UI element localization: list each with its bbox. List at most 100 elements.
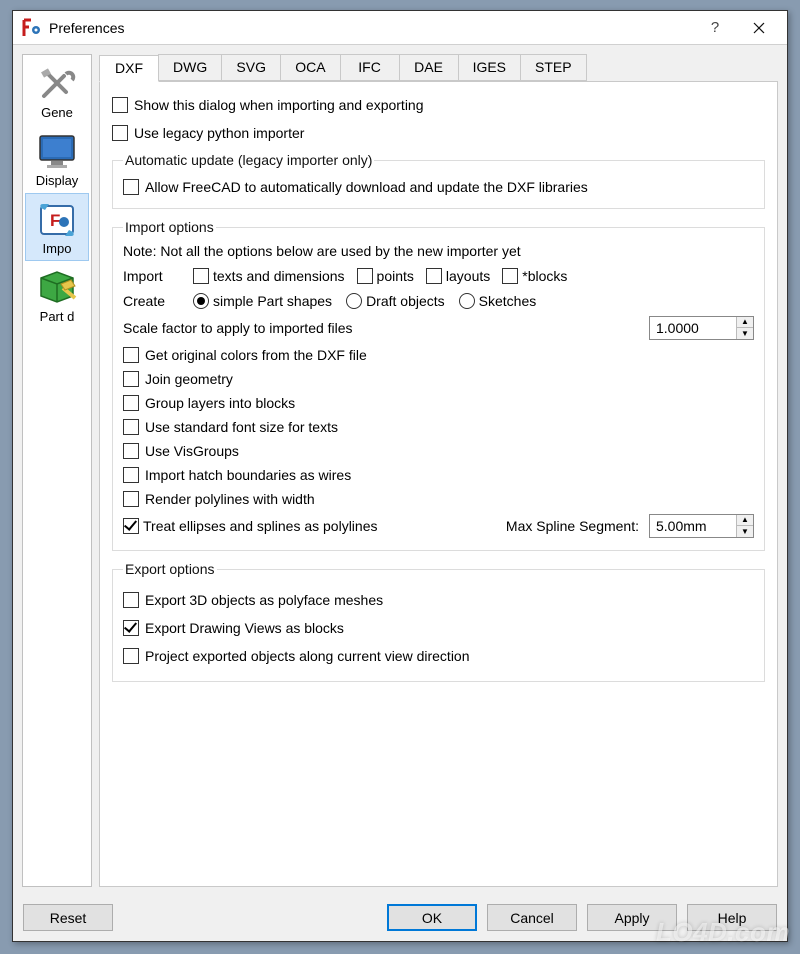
tab-dxf[interactable]: DXF — [99, 55, 159, 82]
polylines-checkbox[interactable] — [123, 491, 139, 507]
tools-icon — [34, 63, 80, 105]
monitor-icon — [34, 131, 80, 173]
part-icon — [34, 267, 80, 309]
auto-update-group: Automatic update (legacy importer only) … — [112, 152, 765, 209]
create-draft-objects-label: Draft objects — [366, 293, 445, 309]
hatch-checkbox[interactable] — [123, 467, 139, 483]
dialog-buttons: Reset OK Cancel Apply Help — [13, 896, 787, 941]
max-spline-label: Max Spline Segment: — [506, 518, 639, 534]
import-blocks-label: *blocks — [522, 268, 567, 284]
create-part-shapes-radio[interactable] — [193, 293, 209, 309]
tabs: DXF DWG SVG OCA IFC DAE IGES STEP — [99, 54, 778, 81]
close-button[interactable] — [737, 13, 781, 43]
tab-ifc[interactable]: IFC — [340, 54, 400, 81]
scale-step-up[interactable]: ▲ — [737, 317, 753, 328]
max-spline-step-up[interactable]: ▲ — [737, 515, 753, 526]
import-texts-checkbox[interactable] — [193, 268, 209, 284]
import-label: Import — [123, 268, 183, 284]
max-spline-input[interactable] — [650, 515, 736, 537]
join-geometry-checkbox[interactable] — [123, 371, 139, 387]
import-layouts-checkbox[interactable] — [426, 268, 442, 284]
export-polyface-label: Export 3D objects as polyface meshes — [145, 592, 383, 608]
original-colors-label: Get original colors from the DXF file — [145, 347, 367, 363]
export-polyface-checkbox[interactable] — [123, 592, 139, 608]
tab-svg[interactable]: SVG — [221, 54, 281, 81]
create-part-shapes-label: simple Part shapes — [213, 293, 332, 309]
export-drawing-views-label: Export Drawing Views as blocks — [145, 620, 344, 636]
scale-step-down[interactable]: ▼ — [737, 328, 753, 339]
scale-input[interactable] — [650, 317, 736, 339]
auto-update-label: Allow FreeCAD to automatically download … — [145, 179, 588, 195]
create-row: Create simple Part shapes Draft objects … — [123, 290, 754, 312]
export-project-label: Project exported objects along current v… — [145, 648, 470, 664]
tab-oca[interactable]: OCA — [280, 54, 340, 81]
sidebar-item-general[interactable]: Gene — [25, 57, 89, 125]
ellipses-label: Treat ellipses and splines as polylines — [143, 518, 378, 534]
std-font-label: Use standard font size for texts — [145, 419, 338, 435]
auto-update-legend: Automatic update (legacy importer only) — [123, 152, 374, 168]
app-icon — [21, 17, 43, 39]
legacy-importer-checkbox[interactable] — [112, 125, 128, 141]
max-spline-spinbox[interactable]: ▲ ▼ — [649, 514, 754, 538]
show-dialog-label: Show this dialog when importing and expo… — [134, 97, 424, 113]
export-project-checkbox[interactable] — [123, 648, 139, 664]
create-sketches-radio[interactable] — [459, 293, 475, 309]
visgroups-label: Use VisGroups — [145, 443, 239, 459]
import-options-legend: Import options — [123, 219, 216, 235]
tab-dae[interactable]: DAE — [399, 54, 459, 81]
auto-update-checkbox[interactable] — [123, 179, 139, 195]
preferences-dialog: Preferences ? Gene — [12, 10, 788, 942]
window-title: Preferences — [49, 20, 693, 36]
ok-button[interactable]: OK — [387, 904, 477, 931]
hatch-label: Import hatch boundaries as wires — [145, 467, 351, 483]
help-button[interactable]: Help — [687, 904, 777, 931]
polylines-label: Render polylines with width — [145, 491, 315, 507]
import-note: Note: Not all the options below are used… — [123, 243, 754, 259]
sidebar-label-general: Gene — [27, 105, 87, 120]
visgroups-checkbox[interactable] — [123, 443, 139, 459]
export-options-group: Export options Export 3D objects as poly… — [112, 561, 765, 682]
sidebar-label-part: Part d — [27, 309, 87, 324]
sidebar-label-display: Display — [27, 173, 87, 188]
apply-button[interactable]: Apply — [587, 904, 677, 931]
legacy-importer-label: Use legacy python importer — [134, 125, 304, 141]
import-texts-label: texts and dimensions — [213, 268, 345, 284]
original-colors-checkbox[interactable] — [123, 347, 139, 363]
sidebar-item-import-export[interactable]: F Impo — [25, 193, 89, 261]
join-geometry-label: Join geometry — [145, 371, 233, 387]
import-points-label: points — [377, 268, 414, 284]
help-titlebar-button[interactable]: ? — [693, 13, 737, 43]
group-layers-checkbox[interactable] — [123, 395, 139, 411]
cancel-button[interactable]: Cancel — [487, 904, 577, 931]
ellipses-checkbox[interactable] — [123, 518, 139, 534]
group-layers-label: Group layers into blocks — [145, 395, 295, 411]
tab-iges[interactable]: IGES — [458, 54, 521, 81]
sidebar: Gene Display F — [22, 54, 92, 887]
titlebar: Preferences ? — [13, 11, 787, 45]
tab-dwg[interactable]: DWG — [158, 54, 222, 81]
import-row: Import texts and dimensions points layou… — [123, 265, 754, 287]
main-panel: DXF DWG SVG OCA IFC DAE IGES STEP Show t… — [99, 54, 778, 887]
sidebar-item-display[interactable]: Display — [25, 125, 89, 193]
scale-spinbox[interactable]: ▲ ▼ — [649, 316, 754, 340]
scale-label: Scale factor to apply to imported files — [123, 320, 639, 336]
create-sketches-label: Sketches — [479, 293, 537, 309]
show-dialog-checkbox[interactable] — [112, 97, 128, 113]
create-label: Create — [123, 293, 183, 309]
sidebar-label-import: Impo — [27, 241, 87, 256]
reset-button[interactable]: Reset — [23, 904, 113, 931]
tab-body-dxf: Show this dialog when importing and expo… — [99, 81, 778, 887]
import-layouts-label: layouts — [446, 268, 490, 284]
sidebar-item-part-design[interactable]: Part d — [25, 261, 89, 329]
create-draft-objects-radio[interactable] — [346, 293, 362, 309]
export-options-legend: Export options — [123, 561, 217, 577]
import-blocks-checkbox[interactable] — [502, 268, 518, 284]
export-drawing-views-checkbox[interactable] — [123, 620, 139, 636]
std-font-checkbox[interactable] — [123, 419, 139, 435]
import-export-icon: F — [34, 199, 80, 241]
svg-text:F: F — [50, 211, 60, 230]
import-points-checkbox[interactable] — [357, 268, 373, 284]
max-spline-step-down[interactable]: ▼ — [737, 526, 753, 537]
import-options-group: Import options Note: Not all the options… — [112, 219, 765, 551]
tab-step[interactable]: STEP — [520, 54, 587, 81]
